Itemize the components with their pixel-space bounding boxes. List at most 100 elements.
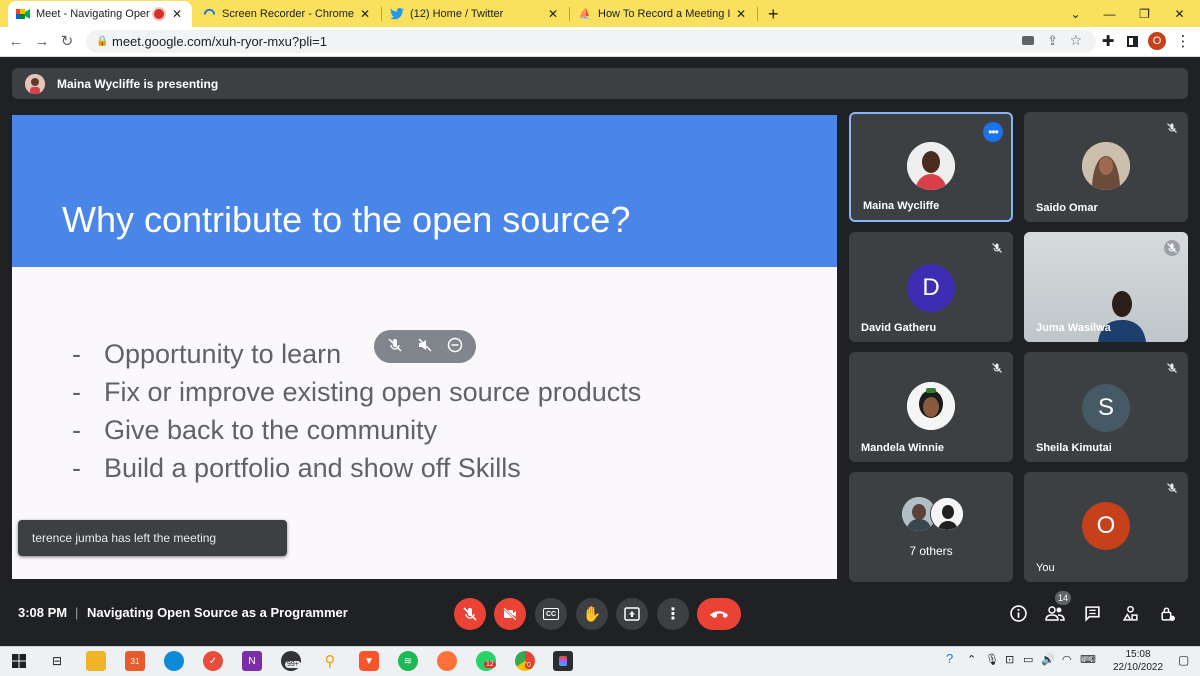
slide-bullet: - Give back to the community: [72, 411, 641, 449]
windows-taskbar: ⊟ 31 ✓ N 99+ ⚲ ▼ ≋ 12 0 ? ⌃ 🎙 ⊡ ▭ 🔊 ◠ ⌨ …: [0, 646, 1200, 676]
leave-call-button[interactable]: [697, 598, 741, 630]
mic-toggle-button[interactable]: [454, 598, 486, 630]
participant-tile-saido-omar[interactable]: Saido Omar: [1024, 112, 1188, 222]
figma-icon[interactable]: [553, 651, 573, 671]
close-tab-icon[interactable]: ✕: [170, 7, 184, 21]
bullet-marker: -: [72, 415, 81, 445]
meeting-title: Navigating Open Source as a Programmer: [87, 605, 348, 620]
profile-initial: O: [1148, 32, 1166, 50]
chrome-icon[interactable]: 0: [515, 651, 535, 671]
chrome-menu-icon[interactable]: ⋮: [1173, 31, 1193, 51]
file-explorer-icon[interactable]: [86, 651, 106, 671]
present-now-button[interactable]: [616, 598, 648, 630]
system-clock[interactable]: 15:08 22/10/2022: [1110, 648, 1166, 674]
camera-indicator-icon[interactable]: [1022, 36, 1034, 45]
raise-hand-button[interactable]: ✋: [576, 598, 608, 630]
bullet-text: Fix or improve existing open source prod…: [104, 377, 642, 407]
close-tab-icon[interactable]: ✕: [358, 7, 372, 21]
firefox-icon[interactable]: [437, 651, 457, 671]
tab-twitter[interactable]: (12) Home / Twitter ✕: [382, 1, 568, 27]
clock-time: 15:08: [1125, 649, 1151, 660]
spotify-icon[interactable]: ≋: [398, 651, 418, 671]
share-icon[interactable]: ⇪: [1047, 33, 1058, 49]
host-controls-icon[interactable]: [1156, 602, 1178, 624]
forward-arrow-icon[interactable]: →: [32, 31, 52, 51]
edge-icon[interactable]: [164, 651, 184, 671]
mic-muted-icon: [1164, 120, 1180, 136]
hand-icon: ✋: [582, 606, 602, 623]
participant-name: Saido Omar: [1036, 202, 1098, 214]
participant-tile-you[interactable]: O You: [1024, 472, 1188, 582]
notifications-icon[interactable]: ▢: [1178, 653, 1189, 667]
mic-muted-icon: [463, 607, 477, 621]
activities-icon[interactable]: [1119, 602, 1141, 624]
new-tab-button[interactable]: +: [760, 1, 784, 27]
tab-meet[interactable]: Meet - Navigating Open Sou ✕: [8, 1, 192, 27]
participant-tile-sheila-kimutai[interactable]: S Sheila Kimutai: [1024, 352, 1188, 462]
task-view-icon[interactable]: ⊟: [47, 651, 67, 671]
brave-icon[interactable]: ▼: [359, 651, 379, 671]
remove-icon[interactable]: [447, 337, 463, 357]
close-window-button[interactable]: ✕: [1161, 0, 1198, 27]
mic-muted-icon: [1164, 360, 1180, 376]
help-icon[interactable]: ?: [946, 651, 953, 666]
todo-check-icon[interactable]: ✓: [203, 651, 223, 671]
divider: |: [75, 605, 79, 620]
minimize-button[interactable]: —: [1091, 0, 1128, 27]
mail-app-icon[interactable]: 99+: [281, 651, 301, 671]
participant-tile-others[interactable]: 7 others: [849, 472, 1013, 582]
restore-button[interactable]: ❐: [1126, 0, 1163, 27]
participant-tile-david-gatheru[interactable]: D David Gatheru: [849, 232, 1013, 342]
calendar-number: 31: [130, 656, 140, 666]
windows-start-icon[interactable]: [9, 651, 29, 671]
mic-muted-icon: [1164, 240, 1180, 256]
profile-avatar[interactable]: O: [1147, 31, 1167, 51]
presenting-text: Maina Wycliffe is presenting: [57, 76, 219, 91]
sound-off-icon[interactable]: [417, 337, 433, 357]
tray-mic-icon: 🎙: [985, 654, 999, 666]
tray-chevron-icon[interactable]: ⌃: [967, 653, 976, 666]
reload-icon[interactable]: ↻: [57, 31, 77, 51]
participant-name: You: [1036, 562, 1055, 574]
more-options-button[interactable]: ⋮: [657, 598, 689, 630]
address-bar[interactable]: 🔒 meet.google.com/xuh-ryor-mxu?pli=1 ⇪ ☆: [86, 30, 1096, 53]
close-tab-icon[interactable]: ✕: [734, 7, 748, 21]
mic-muted-icon: [1164, 480, 1180, 496]
tab-title: Screen Recorder - Chrome Web S: [222, 8, 354, 20]
bullet-marker: -: [72, 453, 81, 483]
bookmark-star-icon[interactable]: ☆: [1069, 32, 1082, 49]
close-tab-icon[interactable]: ✕: [546, 7, 560, 21]
bullet-text: Build a portfolio and show off Skills: [104, 453, 521, 483]
wifi-icon[interactable]: ◠: [1062, 653, 1072, 666]
participant-name: Sheila Kimutai: [1036, 442, 1112, 454]
lock-icon: 🔒: [96, 36, 109, 47]
mic-muted-icon[interactable]: [387, 337, 403, 357]
side-panel-icon[interactable]: [1122, 31, 1142, 51]
whatsapp-icon[interactable]: 12: [476, 651, 496, 671]
keyboard-icon[interactable]: ⌨: [1080, 653, 1096, 666]
captions-button[interactable]: CC: [535, 598, 567, 630]
onenote-icon[interactable]: N: [242, 651, 262, 671]
tab-search-icon[interactable]: ⌄: [1057, 0, 1094, 27]
tab-screen-recorder[interactable]: Screen Recorder - Chrome Web S ✕: [194, 1, 380, 27]
chat-icon[interactable]: [1081, 602, 1103, 624]
meeting-details-icon[interactable]: [1007, 602, 1029, 624]
participant-tile-juma-wasilwa[interactable]: Juma Wasilwa: [1024, 232, 1188, 342]
tab-how-to-record[interactable]: ⛵ How To Record a Meeting In Goo ✕: [570, 1, 756, 27]
back-arrow-icon[interactable]: ←: [6, 31, 26, 51]
calendar-app-icon[interactable]: 31: [125, 651, 145, 671]
volume-icon[interactable]: 🔊: [1041, 653, 1055, 666]
avatar: D: [907, 264, 955, 312]
tab-title: How To Record a Meeting In Goo: [598, 8, 730, 20]
bullet-text: Give back to the community: [104, 415, 438, 445]
extensions-icon[interactable]: ✚: [1098, 31, 1118, 51]
participant-tile-mandela-winnie[interactable]: Mandela Winnie: [849, 352, 1013, 462]
bullet-marker: -: [72, 339, 81, 369]
more-options-icon[interactable]: •••: [983, 122, 1003, 142]
battery-icon[interactable]: ▭: [1023, 653, 1033, 666]
participant-tile-maina-wycliffe[interactable]: ••• Maina Wycliffe: [849, 112, 1013, 222]
search-tool-icon[interactable]: ⚲: [320, 651, 340, 671]
people-icon[interactable]: [1044, 602, 1066, 624]
more-vert-icon: ⋮: [665, 606, 681, 623]
camera-toggle-button[interactable]: [494, 598, 526, 630]
